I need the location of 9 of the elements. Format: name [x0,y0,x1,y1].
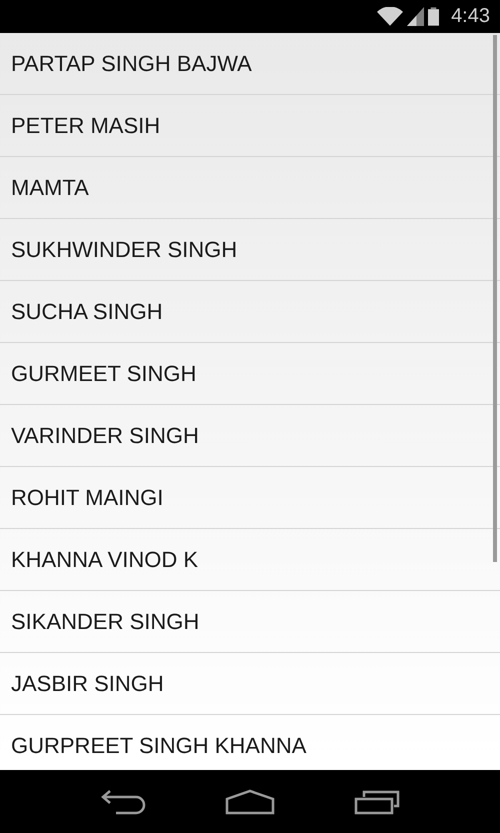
recent-apps-icon[interactable] [354,788,400,814]
home-icon[interactable] [224,788,275,814]
battery-icon [428,7,440,26]
back-icon[interactable] [100,788,146,814]
clock-time: 4:43 [451,5,490,28]
signal-icon [407,7,424,26]
wifi-icon [377,7,404,26]
list-item[interactable]: SIKANDER SINGH [0,591,500,653]
list-item[interactable]: JASBIR SINGH [0,653,500,715]
